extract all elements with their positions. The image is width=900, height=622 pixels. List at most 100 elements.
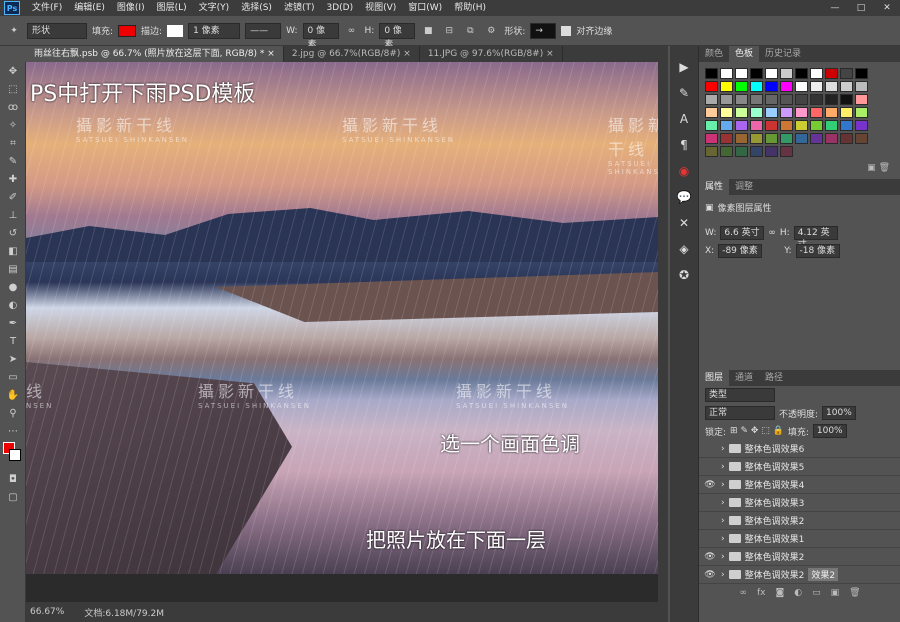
fx-button[interactable]: fx <box>757 588 766 598</box>
color-swatch[interactable] <box>765 81 778 92</box>
color-swatch[interactable] <box>735 120 748 131</box>
layer-row[interactable]: 👁 › 整体色调效果2 <box>699 548 900 566</box>
stroke-width-input[interactable]: 1 像素 <box>188 22 241 39</box>
color-swatch[interactable] <box>705 133 718 144</box>
color-swatch[interactable] <box>795 107 808 118</box>
color-swatch[interactable] <box>810 68 823 79</box>
stroke-color-swatch[interactable] <box>167 24 184 37</box>
align-edges-checkbox[interactable] <box>561 25 572 36</box>
brush-tool-icon[interactable]: ✐ <box>0 188 26 206</box>
color-swatch[interactable] <box>765 94 778 105</box>
color-swatch[interactable] <box>825 81 838 92</box>
tab-swatches[interactable]: 色板 <box>729 46 760 62</box>
visibility-eye-icon[interactable]: 👁 <box>703 570 717 580</box>
color-swatch[interactable] <box>825 133 838 144</box>
color-swatch[interactable] <box>855 107 868 118</box>
chevron-right-icon[interactable]: › <box>721 570 725 580</box>
link-icon[interactable]: ∞ <box>768 228 776 238</box>
marquee-tool-icon[interactable]: ⬚ <box>0 80 26 98</box>
color-swatch[interactable] <box>840 107 853 118</box>
path-ops-icon[interactable]: ■ <box>420 23 436 39</box>
color-swatch[interactable] <box>795 133 808 144</box>
color-swatch[interactable] <box>825 120 838 131</box>
color-swatch[interactable] <box>735 81 748 92</box>
color-swatch[interactable] <box>750 107 763 118</box>
healing-brush-icon[interactable]: ✚ <box>0 170 26 188</box>
height-input[interactable]: 0 像素 <box>379 22 416 50</box>
tab-2-jpg[interactable]: 2.jpg @ 66.7%(RGB/8#) × <box>284 46 420 62</box>
link-layers-icon[interactable]: ∞ <box>739 588 747 598</box>
layer-row[interactable]: › 整体色调效果6 <box>699 440 900 458</box>
chevron-right-icon[interactable]: › <box>721 516 725 526</box>
color-swatch[interactable] <box>735 146 748 157</box>
close-icon[interactable]: × <box>267 49 275 59</box>
shape-mode-select[interactable]: 形状 <box>27 22 87 39</box>
path-select-icon[interactable]: ➤ <box>0 350 26 368</box>
menu-help[interactable]: 帮助(H) <box>448 0 492 16</box>
gear-icon[interactable]: ⚙ <box>483 23 499 39</box>
layer-row[interactable]: 👁 › 整体色调效果4 <box>699 476 900 494</box>
dodge-tool-icon[interactable]: ◐ <box>0 296 26 314</box>
tab-layers[interactable]: 图层 <box>699 370 730 386</box>
brush-settings-icon[interactable]: ✎ <box>670 80 698 106</box>
tools-cross-icon[interactable]: ✕ <box>670 210 698 236</box>
color-swatch[interactable] <box>765 120 778 131</box>
layer-row[interactable]: › 整体色调效果3 <box>699 494 900 512</box>
foreground-color-swatch[interactable] <box>0 440 26 470</box>
color-swatch[interactable] <box>750 81 763 92</box>
fill-input[interactable]: 100% <box>812 424 847 438</box>
color-swatch[interactable] <box>720 94 733 105</box>
layer-row[interactable]: 👁 › 整体色调效果2 效果2 <box>699 566 900 584</box>
color-swatch[interactable] <box>780 146 793 157</box>
character-icon[interactable]: A <box>670 106 698 132</box>
menu-window[interactable]: 窗口(W) <box>402 0 448 16</box>
prop-x[interactable]: -89 像素 <box>718 244 763 258</box>
color-swatch[interactable] <box>810 107 823 118</box>
prop-height[interactable]: 4.12 英寸 <box>793 226 838 250</box>
magic-wand-icon[interactable]: ✧ <box>0 116 26 134</box>
color-swatch[interactable] <box>705 120 718 131</box>
color-swatch[interactable] <box>855 94 868 105</box>
adjust-icon[interactable]: ◈ <box>670 236 698 262</box>
minimize-button[interactable]: — <box>822 0 848 16</box>
shape-tool-icon[interactable]: ✦ <box>6 23 22 39</box>
edit-toolbar-icon[interactable]: ⋯ <box>0 422 26 440</box>
color-swatch[interactable] <box>795 81 808 92</box>
chevron-right-icon[interactable]: › <box>721 462 725 472</box>
color-swatch[interactable] <box>750 68 763 79</box>
color-swatch[interactable] <box>750 120 763 131</box>
type-tool-icon[interactable]: T <box>0 332 26 350</box>
tab-properties[interactable]: 属性 <box>699 179 730 195</box>
color-swatch[interactable] <box>825 68 838 79</box>
color-swatch[interactable] <box>750 146 763 157</box>
color-swatch[interactable] <box>780 81 793 92</box>
menu-type[interactable]: 文字(Y) <box>193 0 236 16</box>
color-swatch[interactable] <box>795 94 808 105</box>
color-swatch[interactable] <box>720 133 733 144</box>
color-swatch[interactable] <box>720 120 733 131</box>
blur-tool-icon[interactable]: ● <box>0 278 26 296</box>
color-swatch[interactable] <box>720 68 733 79</box>
zoom-level[interactable]: 66.67% <box>30 607 64 617</box>
menu-edit[interactable]: 编辑(E) <box>68 0 111 16</box>
comment-icon[interactable]: 💬 <box>670 184 698 210</box>
gradient-tool-icon[interactable]: ▤ <box>0 260 26 278</box>
color-swatch[interactable] <box>795 68 808 79</box>
color-swatch[interactable] <box>705 146 718 157</box>
color-swatch[interactable] <box>735 133 748 144</box>
color-swatch[interactable] <box>750 133 763 144</box>
tab-adjustments[interactable]: 调整 <box>729 179 759 195</box>
color-swatch[interactable] <box>705 68 718 79</box>
color-swatch[interactable] <box>855 81 868 92</box>
color-swatch[interactable] <box>810 133 823 144</box>
chevron-right-icon[interactable]: › <box>721 534 725 544</box>
color-swatch[interactable] <box>720 146 733 157</box>
color-swatch[interactable] <box>810 94 823 105</box>
close-icon[interactable]: × <box>403 49 411 59</box>
menu-file[interactable]: 文件(F) <box>26 0 68 16</box>
color-swatch[interactable] <box>780 68 793 79</box>
zoom-tool-icon[interactable]: ⚲ <box>0 404 26 422</box>
visibility-eye-icon[interactable]: 👁 <box>703 552 717 562</box>
color-swatch[interactable] <box>840 120 853 131</box>
color-swatch[interactable] <box>765 133 778 144</box>
